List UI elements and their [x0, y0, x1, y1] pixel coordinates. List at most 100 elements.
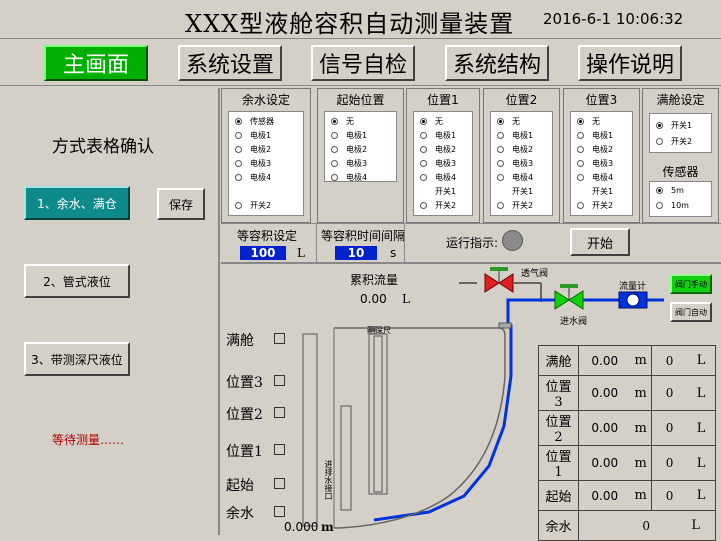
- group-title: 余水设定: [241, 93, 290, 107]
- row-depth-unit: m: [630, 480, 652, 511]
- row-depth-unit: m: [630, 410, 652, 446]
- row-volume-unit: L: [687, 345, 716, 376]
- radio-option[interactable]: 电极2: [235, 144, 271, 155]
- interval-value[interactable]: 10: [335, 246, 377, 260]
- group-title: 满舱设定: [656, 93, 705, 107]
- radio-option[interactable]: 开关2: [420, 200, 456, 211]
- level-pos2: 位置2: [226, 407, 263, 423]
- radio-icon: [656, 138, 663, 145]
- radio-option[interactable]: 开关1: [512, 186, 533, 197]
- save-button[interactable]: 保存: [157, 188, 205, 220]
- radio-option[interactable]: 电极2: [331, 144, 367, 155]
- depth-unit: m: [321, 520, 334, 534]
- radio-option[interactable]: 电极3: [497, 158, 533, 169]
- row-name: 位置1: [538, 445, 579, 481]
- valve-auto-button[interactable]: 阀门自动: [670, 302, 712, 322]
- radio-box: 无 电极1 电极2 电极3 电极4: [324, 111, 397, 182]
- radio-icon: [420, 160, 427, 167]
- valve-manual-button[interactable]: 阀门手动: [670, 274, 712, 294]
- app-title: XXX型液舱容积自动测量装置: [185, 10, 515, 38]
- radio-option[interactable]: 电极1: [577, 130, 613, 141]
- results-table: 满舱 0.00 m 0 L 位置3 0.00 m 0 L 位置2 0.00 m …: [538, 345, 716, 541]
- radio-option[interactable]: 开关1: [435, 186, 456, 197]
- radio-icon: [497, 174, 504, 181]
- radio-option[interactable]: 电极3: [331, 158, 367, 169]
- radio-option[interactable]: 无: [420, 116, 443, 127]
- row-volume: 0: [578, 510, 688, 541]
- radio-option[interactable]: 开关2: [577, 200, 613, 211]
- radio-option[interactable]: 电极1: [235, 130, 271, 141]
- interval-label: 等容积时间间隔: [321, 229, 406, 243]
- row-name: 位置3: [538, 375, 579, 411]
- row-volume-unit: L: [687, 375, 716, 411]
- radio-option[interactable]: 电极3: [235, 158, 271, 169]
- level-pos3: 位置3: [226, 375, 263, 391]
- level-full-checkbox: [274, 333, 285, 344]
- tab-settings[interactable]: 系统设置: [178, 45, 282, 81]
- radio-box: 传感器 电极1 电极2 电极3 电极4 开关2: [228, 111, 304, 216]
- radio-option[interactable]: 传感器: [235, 116, 274, 127]
- group-start-position: 起始位置 无 电极1 电极2 电极3 电极4: [317, 88, 404, 223]
- mode3-button[interactable]: 3、带测深尺液位: [24, 342, 130, 376]
- radio-box: 无 电极1 电极2 电极3 电极4 开关1 开关2: [570, 111, 633, 216]
- table-row: 位置1 0.00 m 0 L: [538, 445, 716, 481]
- radio-option[interactable]: 电极3: [420, 158, 456, 169]
- radio-option[interactable]: 开关1: [656, 120, 692, 131]
- volume-label: 等容积设定: [237, 229, 298, 243]
- radio-option[interactable]: 电极4: [497, 172, 533, 183]
- radio-option[interactable]: 电极2: [420, 144, 456, 155]
- main-nav: 主画面 系统设置 信号自检 系统结构 操作说明: [0, 38, 721, 86]
- row-depth-unit: m: [630, 445, 652, 481]
- radio-option[interactable]: 开关2: [656, 136, 692, 147]
- depth-value: 0.000: [284, 520, 319, 534]
- radio-option[interactable]: 电极2: [497, 144, 533, 155]
- radio-option[interactable]: 开关2: [235, 200, 271, 211]
- radio-option[interactable]: 电极4: [420, 172, 456, 183]
- radio-option[interactable]: 电极4: [331, 172, 367, 183]
- radio-icon: [656, 202, 663, 209]
- radio-option[interactable]: 电极4: [235, 172, 271, 183]
- level-residual: 余水: [226, 506, 254, 522]
- radio-option[interactable]: 电极2: [577, 144, 613, 155]
- run-indicator-light: [502, 230, 523, 251]
- radio-selected-icon: [577, 118, 584, 125]
- radio-option[interactable]: 5m: [656, 186, 684, 195]
- radio-selected-icon: [235, 118, 242, 125]
- radio-option[interactable]: 电极1: [420, 130, 456, 141]
- radio-icon: [331, 132, 338, 139]
- tab-main[interactable]: 主画面: [44, 45, 148, 81]
- tab-structure[interactable]: 系统结构: [445, 45, 549, 81]
- level-pos2-checkbox: [274, 407, 285, 418]
- group-title: 位置2: [505, 93, 538, 107]
- radio-option[interactable]: 电极1: [331, 130, 367, 141]
- radio-box: 无 电极1 电极2 电极3 电极4 开关1 开关2: [490, 111, 553, 216]
- row-depth: 0.00: [578, 445, 631, 481]
- radio-icon: [331, 174, 338, 181]
- group-position-2: 位置2 无 电极1 电极2 电极3 电极4 开关1 开关2: [483, 88, 560, 223]
- radio-option[interactable]: 无: [577, 116, 600, 127]
- mode1-button[interactable]: 1、余水、满仓: [24, 186, 130, 220]
- group-title: 起始位置: [336, 93, 385, 107]
- radio-icon: [497, 202, 504, 209]
- row-depth: 0.00: [578, 375, 631, 411]
- radio-icon: [235, 160, 242, 167]
- interval-unit: s: [390, 246, 397, 260]
- volume-value[interactable]: 100: [240, 246, 286, 260]
- radio-option[interactable]: 电极1: [497, 130, 533, 141]
- mode2-button[interactable]: 2、管式液位: [24, 264, 130, 298]
- radio-option[interactable]: 10m: [656, 201, 689, 210]
- tab-manual[interactable]: 操作说明: [578, 45, 682, 81]
- radio-option[interactable]: 电极4: [577, 172, 613, 183]
- radio-option[interactable]: 电极3: [577, 158, 613, 169]
- radio-option[interactable]: 无: [331, 116, 354, 127]
- group-position-3: 位置3 无 电极1 电极2 电极3 电极4 开关1 开关2: [563, 88, 640, 223]
- level-pos1: 位置1: [226, 444, 263, 460]
- radio-box: 开关1 开关2: [649, 113, 712, 153]
- level-start-checkbox: [274, 478, 285, 489]
- radio-option[interactable]: 无: [497, 116, 520, 127]
- radio-option[interactable]: 开关2: [497, 200, 533, 211]
- tab-self-check[interactable]: 信号自检: [311, 45, 415, 81]
- radio-option[interactable]: 开关1: [592, 186, 613, 197]
- dipstick-label: 测深尺: [367, 326, 391, 335]
- start-button[interactable]: 开始: [570, 228, 630, 256]
